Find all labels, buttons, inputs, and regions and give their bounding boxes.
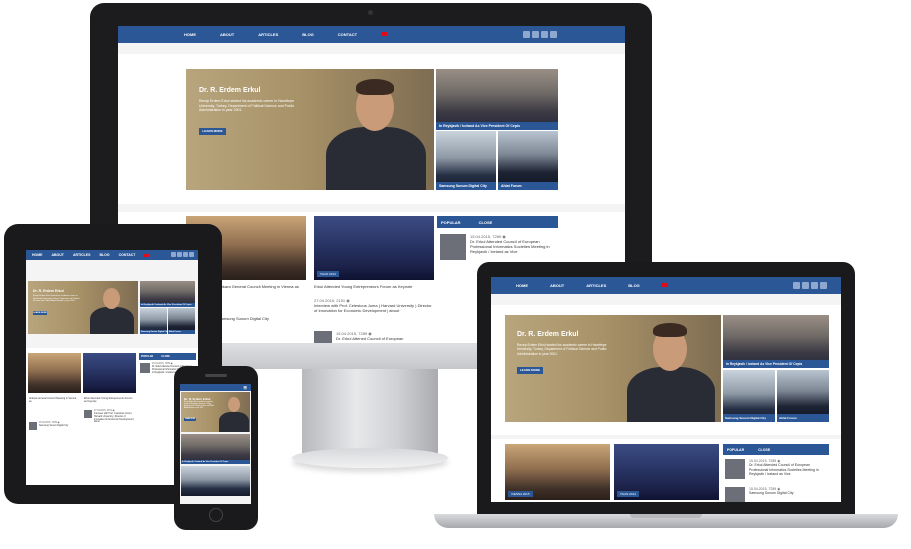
- learn-more-button[interactable]: LEARN MORE: [517, 367, 543, 374]
- featured-reykjavik[interactable]: In Reykjavik / Iceland As Vice President…: [723, 315, 829, 368]
- nav-contact[interactable]: CONTACT: [119, 253, 136, 257]
- nav-blog[interactable]: BLOG: [302, 32, 314, 37]
- twitter-icon[interactable]: [820, 282, 827, 289]
- rss-icon[interactable]: [793, 282, 800, 289]
- desktop-tabs: POPULAR CLOSE: [437, 216, 558, 228]
- nav-contact[interactable]: CONTACT: [338, 32, 357, 37]
- photo-caption-talin[interactable]: Erkul Attended Young Entrepreneurs Forum…: [84, 397, 134, 403]
- tablet-photo-talin[interactable]: [83, 353, 136, 393]
- photo-caption-vienna[interactable]: Ankara General Council Meeting in Vienna…: [218, 284, 306, 289]
- news-item[interactable]: 15.04.2015, 7289 ◉ Dr. Erkul Attended Cou…: [725, 459, 829, 479]
- nav-about[interactable]: ABOUT: [52, 253, 64, 257]
- rss-icon[interactable]: [171, 252, 176, 257]
- nav-blog[interactable]: BLOG: [99, 253, 109, 257]
- twitter-icon[interactable]: [550, 31, 557, 38]
- laptop-screen: HOME ABOUT ARTICLES BLOG Dr. R. Erdem Er…: [491, 277, 841, 502]
- twitter-icon[interactable]: [189, 252, 194, 257]
- news-item[interactable]: 15.04.2015, 7289 ◉ Dr. Erkul Attened Coun…: [314, 331, 434, 343]
- hero-intro: Recep Erdem Erkul started his academic c…: [517, 343, 607, 356]
- tab-popular[interactable]: POPULAR: [441, 220, 461, 225]
- nav-home[interactable]: HOME: [516, 283, 528, 288]
- tab-popular[interactable]: POPULAR: [141, 355, 153, 358]
- hero-name: Dr. R. Erdem Erkul: [199, 87, 261, 94]
- hero-name: Dr. R. Erdem Erkul: [33, 289, 64, 293]
- linkedin-icon[interactable]: [532, 31, 539, 38]
- tab-close[interactable]: CLOSE: [161, 355, 170, 358]
- nav-about[interactable]: ABOUT: [220, 32, 234, 37]
- learn-more-button[interactable]: LEARN MORE: [184, 418, 196, 421]
- featured-reykjavik[interactable]: In Reykjavik / Iceland As Vice President…: [140, 281, 195, 307]
- rss-icon[interactable]: [523, 31, 530, 38]
- hero-intro: Recep Erdem Erkul started his academic c…: [184, 402, 215, 410]
- featured-samsung[interactable]: Samsung Sunum Digital City: [723, 370, 775, 422]
- news-item[interactable]: 15.04.2015, 7289 ◉ Samsung Sunum Digital …: [29, 422, 81, 430]
- turkish-flag-icon[interactable]: [144, 254, 150, 257]
- laptop-tabs: POPULAR CLOSE: [723, 444, 829, 455]
- nav-home[interactable]: HOME: [184, 32, 196, 37]
- linkedin-icon[interactable]: [802, 282, 809, 289]
- desktop-camera: [368, 10, 373, 15]
- photo-caption-talin[interactable]: Erkul Attended Young Entrepreneurs Forum…: [314, 284, 434, 289]
- phone-screen: ☰ Dr. R. Erdem Erkul Recep Erdem Erkul s…: [180, 384, 251, 504]
- nav-articles[interactable]: ARTICLES: [73, 253, 91, 257]
- featured-ahlat[interactable]: Ahlat Forum: [777, 370, 829, 422]
- hero-banner: Dr. R. Erdem Erkul Recep Erdem Erkul sta…: [505, 315, 721, 422]
- hero-banner: Dr. R. Erdem Erkul Recep Erdem Erkul sta…: [186, 69, 434, 190]
- news-item[interactable]: 15.04.2015, 7289 ◉ Dr. Erkul Attended Cou…: [440, 234, 556, 260]
- nav-articles[interactable]: ARTICLES: [258, 32, 278, 37]
- nav-blog[interactable]: BLOG: [628, 283, 640, 288]
- tablet-screen: HOME ABOUT ARTICLES BLOG CONTACT Dr. R. …: [26, 250, 198, 485]
- tablet-photo-vienna[interactable]: [28, 353, 81, 393]
- tab-close[interactable]: CLOSE: [479, 220, 493, 225]
- linkedin-icon[interactable]: [177, 252, 182, 257]
- facebook-icon[interactable]: [811, 282, 818, 289]
- tab-popular[interactable]: POPULAR: [727, 448, 744, 452]
- phone-menu-icon[interactable]: ☰: [243, 385, 247, 390]
- tab-close[interactable]: CLOSE: [758, 448, 770, 452]
- monitor-neck: [302, 369, 438, 455]
- nav-articles[interactable]: ARTICLES: [586, 283, 606, 288]
- featured-ahlat[interactable]: Ahlat Forum: [498, 131, 558, 190]
- featured-ahlat[interactable]: Ahlat Forum: [168, 308, 195, 334]
- laptop-photo-vienna[interactable]: VIENNA 2015: [505, 444, 610, 500]
- nav-about[interactable]: ABOUT: [550, 283, 564, 288]
- news-item[interactable]: 27.04.2015, 2151 ◉ Interview with Prof. C…: [84, 410, 136, 424]
- featured-samsung[interactable]: Samsung Sunum Digital City: [436, 131, 496, 190]
- phone-speaker: [205, 374, 227, 377]
- laptop-notch: [630, 514, 702, 518]
- featured-samsung[interactable]: Samsung Sunum Digital City: [140, 308, 167, 334]
- phone-home-button[interactable]: [209, 508, 223, 522]
- hero-name: Dr. R. Erdem Erkul: [184, 397, 211, 401]
- facebook-icon[interactable]: [541, 31, 548, 38]
- laptop-photo-talin[interactable]: TALIN 2014: [614, 444, 719, 500]
- learn-more-button[interactable]: LEARN MORE: [33, 311, 47, 315]
- desktop-side-news[interactable]: Samsung Sunum Digital City: [218, 316, 298, 321]
- turkish-flag-icon[interactable]: [661, 283, 668, 287]
- featured-reykjavik[interactable]: In Reykjavik / Iceland As Vice President…: [181, 434, 250, 464]
- hero-intro: Recep Erdem Erkul started his academic c…: [33, 295, 80, 303]
- news-item[interactable]: 15.04.2015, 7289 ◉ Samsung Sunum Digital …: [725, 487, 829, 502]
- featured-samsung[interactable]: [181, 466, 250, 496]
- desktop-navbar: HOME ABOUT ARTICLES BLOG CONTACT: [118, 26, 625, 43]
- turkish-flag-icon[interactable]: [381, 32, 388, 36]
- desktop-photo-talin[interactable]: TALIN 2014: [314, 216, 434, 280]
- tablet-tabs: POPULAR CLOSE: [139, 353, 196, 360]
- hero-intro: Recep Erdem Erkul started his academic c…: [199, 99, 295, 113]
- facebook-icon[interactable]: [183, 252, 188, 257]
- nav-home[interactable]: HOME: [32, 253, 43, 257]
- learn-more-button[interactable]: LEARN MORE: [199, 128, 226, 135]
- featured-reykjavik[interactable]: In Reykjavik / Iceland As Vice President…: [436, 69, 558, 130]
- news-item[interactable]: 27.04.2015, 2151 ◉ Interview with Prof. C…: [314, 298, 434, 313]
- monitor-base: [292, 448, 448, 468]
- photo-caption-vienna[interactable]: Ankara General Council Meeting in Vienna…: [29, 397, 79, 403]
- hero-name: Dr. R. Erdem Erkul: [517, 331, 579, 338]
